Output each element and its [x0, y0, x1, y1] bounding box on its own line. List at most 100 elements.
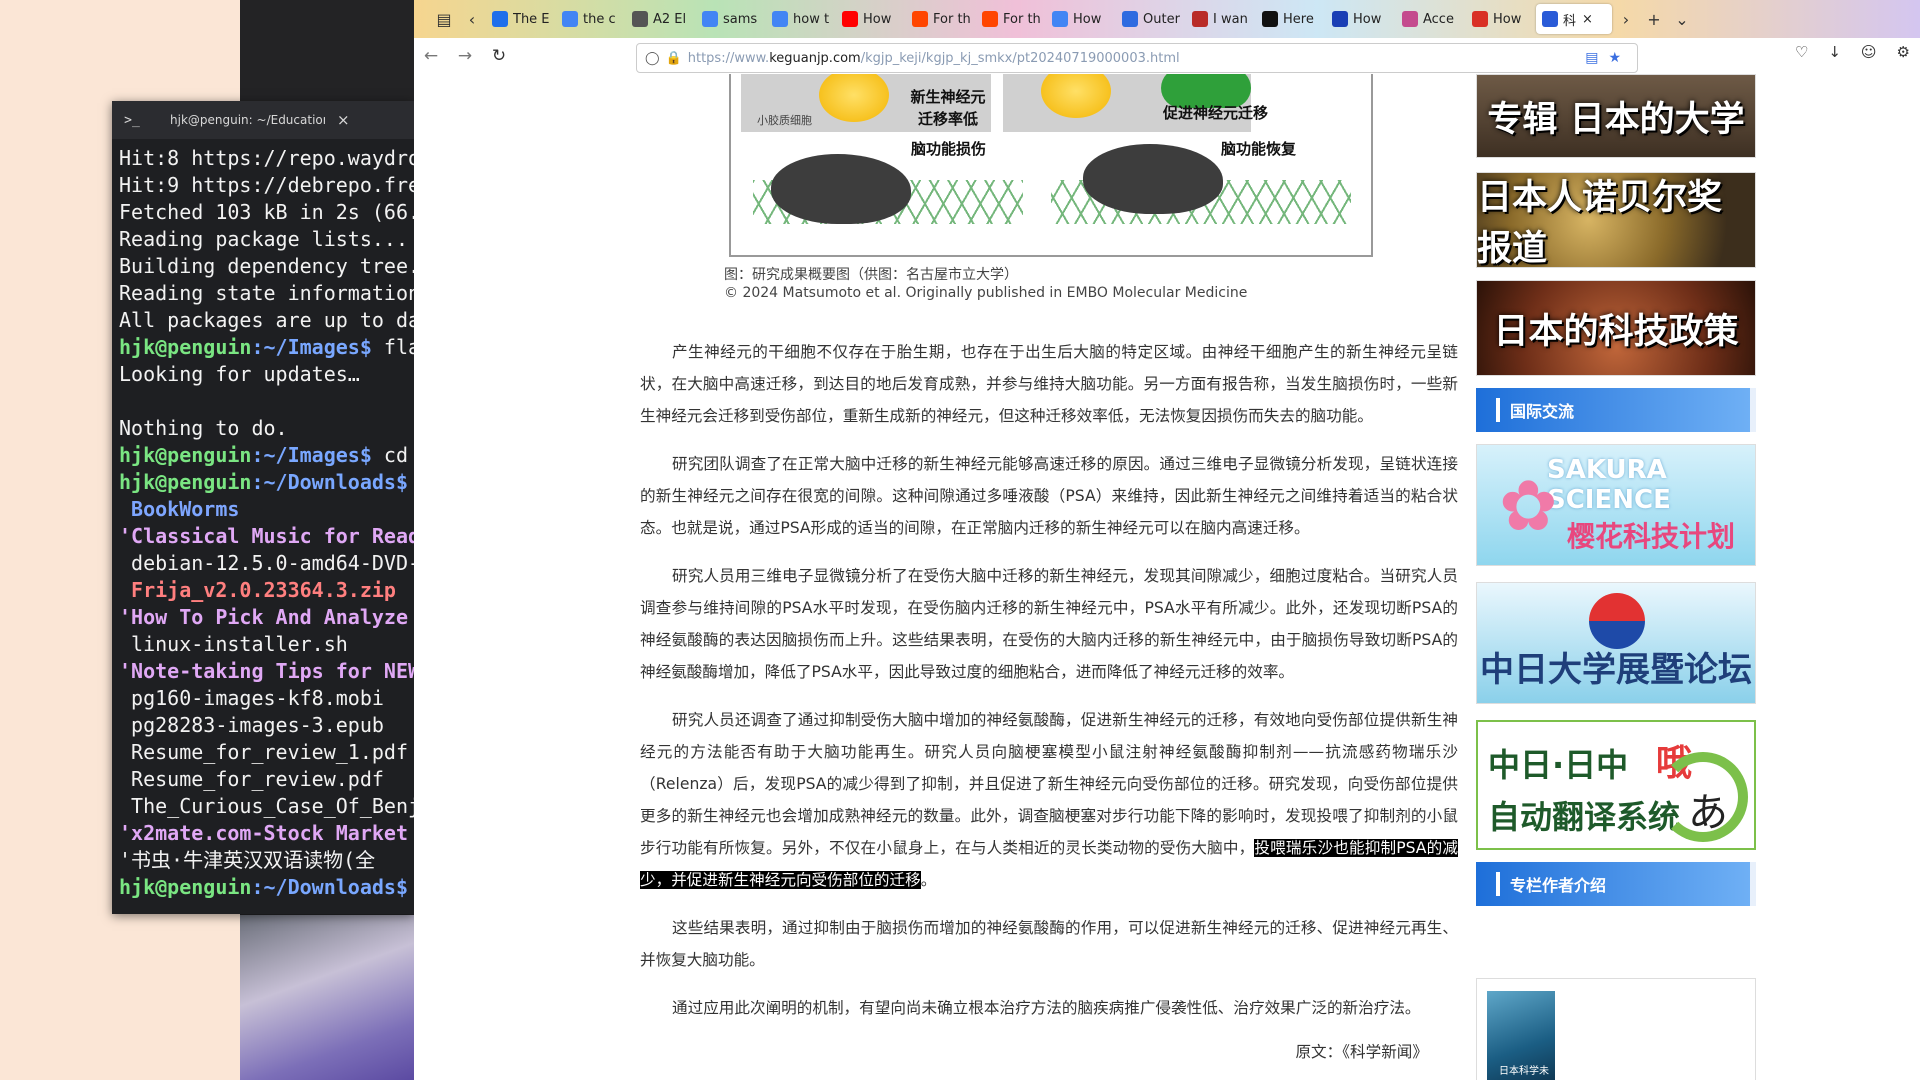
article-paragraph: 研究人员用三维电子显微镜分析了在受伤大脑中迁移的新生神经元，发现其间隙减少，细胞… — [640, 567, 1458, 681]
prompt-path: :~/Downloads$ — [251, 875, 408, 899]
browser-tab[interactable]: For th — [976, 4, 1046, 34]
reload-icon[interactable]: ↻ — [482, 46, 516, 66]
banner-title: 专辑 日本的大学 — [1487, 99, 1745, 140]
glasses-icon — [632, 11, 648, 27]
desktop-photo — [240, 915, 415, 1080]
url-bar[interactable]: ◯ 🔒 https://www.keguanjp.com/kgjp_keji/k… — [636, 43, 1638, 73]
tab-close-icon[interactable]: × — [1582, 12, 1593, 27]
browser-tab[interactable]: How — [1466, 4, 1536, 34]
section-title: 专栏作者介绍 — [1510, 876, 1607, 895]
terminal-line: Looking for updates… — [119, 362, 360, 386]
shield-icon[interactable]: ◯ — [645, 51, 660, 66]
article-paragraph: 这些结果表明，通过抑制由于脑损伤而增加的神经氨酸酶的作用，可以促进新生神经元的迁… — [640, 919, 1458, 969]
banner-translation-system[interactable]: 中日·日中 自动翻译系统 哦 あ — [1476, 720, 1756, 850]
lock-icon[interactable]: 🔒 — [666, 51, 682, 66]
browser-tab[interactable]: How — [1046, 4, 1116, 34]
terminal-prompt-line: hjk@penguin:~/Downloads$ — [119, 469, 414, 496]
caption-line: 图：研究成果概要图（供图：名古屋市立大学） — [724, 267, 1018, 283]
prompt-user: hjk@penguin — [119, 443, 252, 467]
author-card[interactable]: 日本科学未 — [1476, 978, 1756, 1080]
bookmark-star-icon[interactable]: ★ — [1608, 50, 1621, 66]
prompt-path: :~/Images$ — [251, 443, 372, 467]
tab-scroll-left-icon[interactable]: ‹ — [458, 5, 486, 33]
terminal-window[interactable]: >_ hjk@penguin: ~/Education/OCW-6 × Hit:… — [112, 101, 414, 914]
browser-tab[interactable]: I wan — [1186, 4, 1256, 34]
acce-icon — [1402, 11, 1418, 27]
prompt-user: hjk@penguin — [119, 335, 252, 359]
file-entry: pg160-images-kf8.mobi — [119, 686, 384, 710]
url-prefix: https://www. — [687, 50, 770, 66]
tab-label: For th — [1003, 11, 1041, 27]
terminal-prompt-line: hjk@penguin:~/Images$ cd — [119, 442, 414, 469]
downloads-icon[interactable]: ↓ — [1828, 43, 1841, 61]
account-icon[interactable]: ☺ — [1861, 43, 1877, 61]
browser-tab[interactable]: the c — [556, 4, 626, 34]
tab-label: Here — [1283, 11, 1314, 27]
banner-university-forum[interactable]: 中日大学展暨论坛 — [1476, 582, 1756, 704]
reddit-icon — [912, 11, 928, 27]
extensions-icon[interactable]: ⚙ — [1897, 43, 1910, 61]
terminal-output[interactable]: Hit:8 https://repo.waydro Hit:9 https://d… — [112, 139, 414, 901]
figure-label-recover: 脑功能恢复 — [1221, 140, 1297, 158]
author-photo[interactable]: 日本科学未 — [1487, 991, 1555, 1080]
new-tab-icon[interactable]: + — [1640, 5, 1668, 33]
browser-tab[interactable]: how t — [766, 4, 836, 34]
browser-tab[interactable]: For th — [906, 4, 976, 34]
pocket-icon[interactable]: ♡ — [1795, 43, 1808, 61]
translation-title-bottom: 自动翻译系统 — [1488, 798, 1681, 836]
article-body: 产生神经元的干细胞不仅存在于胎生期，也存在于出生后大脑的特定区域。由神经干细胞产… — [640, 336, 1458, 1080]
banner-nobel-prize[interactable]: 日本人诺贝尔奖报道 — [1476, 172, 1756, 268]
browser-tab[interactable]: Acce — [1396, 4, 1466, 34]
paragraph-text: 研究人员还调查了通过抑制受伤大脑中增加的神经氨酸酶，促进新生神经元的迁移，有效地… — [640, 711, 1458, 857]
web-page[interactable]: 小胶质细胞 新生神经元 迁移率低 促进神经元迁移 脑功能损伤 脑功能恢复 图：研… — [414, 74, 1920, 1080]
browser-tab[interactable]: 科 × — [1536, 4, 1612, 34]
forward-icon[interactable]: → — [448, 46, 482, 66]
terminal-line: All packages are up to da — [119, 308, 414, 332]
tab-scroll-right-icon[interactable]: › — [1612, 5, 1640, 33]
tab-overview-icon[interactable]: ▤ — [430, 5, 458, 33]
article-source: 原文：《科学新闻》 — [1295, 1043, 1428, 1061]
tab-label: the c — [583, 11, 616, 27]
file-entry: 'Classical Music for Read — [119, 524, 414, 548]
file-entry: 'Note-taking Tips for NEW — [119, 659, 414, 683]
mouse-illustration — [1083, 144, 1223, 214]
file-entry: The_Curious_Case_Of_Benj — [119, 794, 414, 818]
tab-label: How — [863, 11, 892, 27]
browser-tab[interactable]: Here — [1256, 4, 1326, 34]
banner-sakura-science[interactable]: ✿ SAKURA SCIENCE 樱花科技计划 — [1476, 444, 1756, 566]
file-entry: Frija_v2.0.23364.3.zip — [119, 578, 396, 602]
terminal-titlebar[interactable]: >_ hjk@penguin: ~/Education/OCW-6 × — [112, 101, 414, 139]
browser-tab[interactable]: The E — [486, 4, 556, 34]
prompt-user: hjk@penguin — [119, 470, 252, 494]
forum-title: 中日大学展暨论坛 — [1480, 650, 1752, 690]
browser-tab[interactable]: A2 El — [626, 4, 696, 34]
author-photo-label: 日本科学未 — [1499, 1066, 1549, 1077]
prompt-user: hjk@penguin — [119, 875, 252, 899]
figure-label-damage: 脑功能损伤 — [911, 140, 987, 158]
article-paragraph: 研究团队调查了在正常大脑中迁移的新生神经元能够高速迁移的原因。通过三维电子显微镜… — [640, 455, 1458, 537]
edge-icon — [1122, 11, 1138, 27]
terminal-prompt-line: hjk@penguin:~/Downloads$ — [119, 874, 414, 901]
tab-label: how t — [793, 11, 830, 27]
file-entry: '书虫·牛津英汉双语读物(全 — [119, 848, 376, 872]
paragraph-text: 。 — [920, 871, 937, 889]
tab-list-dropdown-icon[interactable]: ⌄ — [1668, 5, 1696, 33]
browser-tab[interactable]: How — [1326, 4, 1396, 34]
tab-label: For th — [933, 11, 971, 27]
url-text[interactable]: https://www.keguanjp.com/kgjp_keji/kgjp_… — [688, 51, 1180, 66]
back-icon[interactable]: ← — [414, 46, 448, 66]
browser-tab[interactable]: Outer — [1116, 4, 1186, 34]
browser-window[interactable]: ▤ ‹ The E the c A2 El sams how t How For th For… — [414, 0, 1920, 1080]
terminal-title: hjk@penguin: ~/Education/OCW-6 — [170, 113, 325, 127]
close-icon[interactable]: × — [337, 111, 350, 129]
tab-label: sams — [723, 11, 758, 27]
banner-science-policy[interactable]: 日本的科技政策 — [1476, 280, 1756, 376]
prompt-command: cd — [371, 443, 408, 467]
browser-tab[interactable]: How — [836, 4, 906, 34]
banner-japan-universities[interactable]: 专辑 日本的大学 — [1476, 74, 1756, 158]
browser-tab[interactable]: sams — [696, 4, 766, 34]
file-entry: pg28283-images-3.epub — [119, 713, 384, 737]
reader-view-icon[interactable]: ▤ — [1585, 50, 1598, 66]
tab-list: The E the c A2 El sams how t How For th For th H… — [486, 4, 1612, 34]
article-paragraph: 产生神经元的干细胞不仅存在于胎生期，也存在于出生后大脑的特定区域。由神经干细胞产… — [640, 343, 1458, 425]
